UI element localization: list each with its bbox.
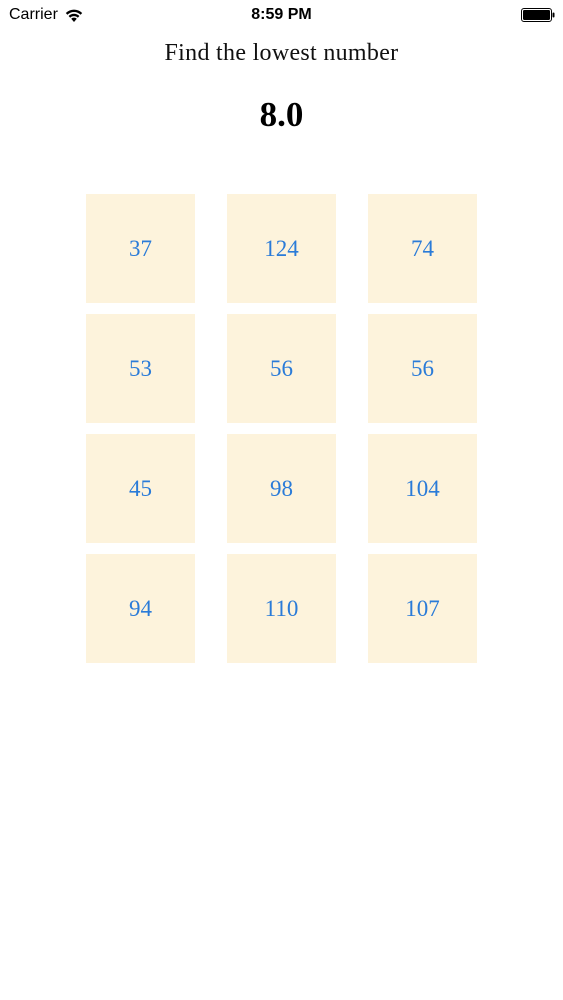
number-grid: 37 124 74 53 56 56 45 98 104 94 110 107	[86, 194, 478, 663]
number-tile[interactable]: 124	[227, 194, 336, 303]
tile-number: 94	[129, 595, 152, 621]
number-tile[interactable]: 94	[86, 554, 195, 663]
number-tile[interactable]: 53	[86, 314, 195, 423]
status-bar: Carrier 8:59 PM	[0, 0, 563, 30]
status-time: 8:59 PM	[251, 6, 312, 23]
number-tile[interactable]: 98	[227, 434, 336, 543]
tile-number: 56	[411, 355, 434, 381]
game-prompt: Find the lowest number	[164, 40, 399, 66]
tile-number: 107	[405, 595, 440, 621]
number-tile[interactable]: 45	[86, 434, 195, 543]
number-tile[interactable]: 56	[368, 314, 477, 423]
number-tile[interactable]: 37	[86, 194, 195, 303]
number-tile[interactable]: 110	[227, 554, 336, 663]
battery-icon	[521, 8, 555, 22]
tile-number: 56	[270, 355, 293, 381]
number-tile[interactable]: 74	[368, 194, 477, 303]
number-tile[interactable]: 56	[227, 314, 336, 423]
tile-number: 124	[264, 235, 299, 261]
tile-number: 53	[129, 355, 152, 381]
tile-number: 45	[129, 475, 152, 501]
tile-number: 98	[270, 475, 293, 501]
timer-display: 8.0	[259, 95, 304, 134]
tile-number: 37	[129, 235, 152, 261]
number-tile[interactable]: 104	[368, 434, 477, 543]
number-tile[interactable]: 107	[368, 554, 477, 663]
tile-number: 74	[411, 235, 434, 261]
tile-number: 104	[405, 475, 440, 501]
tile-number: 110	[264, 595, 299, 621]
